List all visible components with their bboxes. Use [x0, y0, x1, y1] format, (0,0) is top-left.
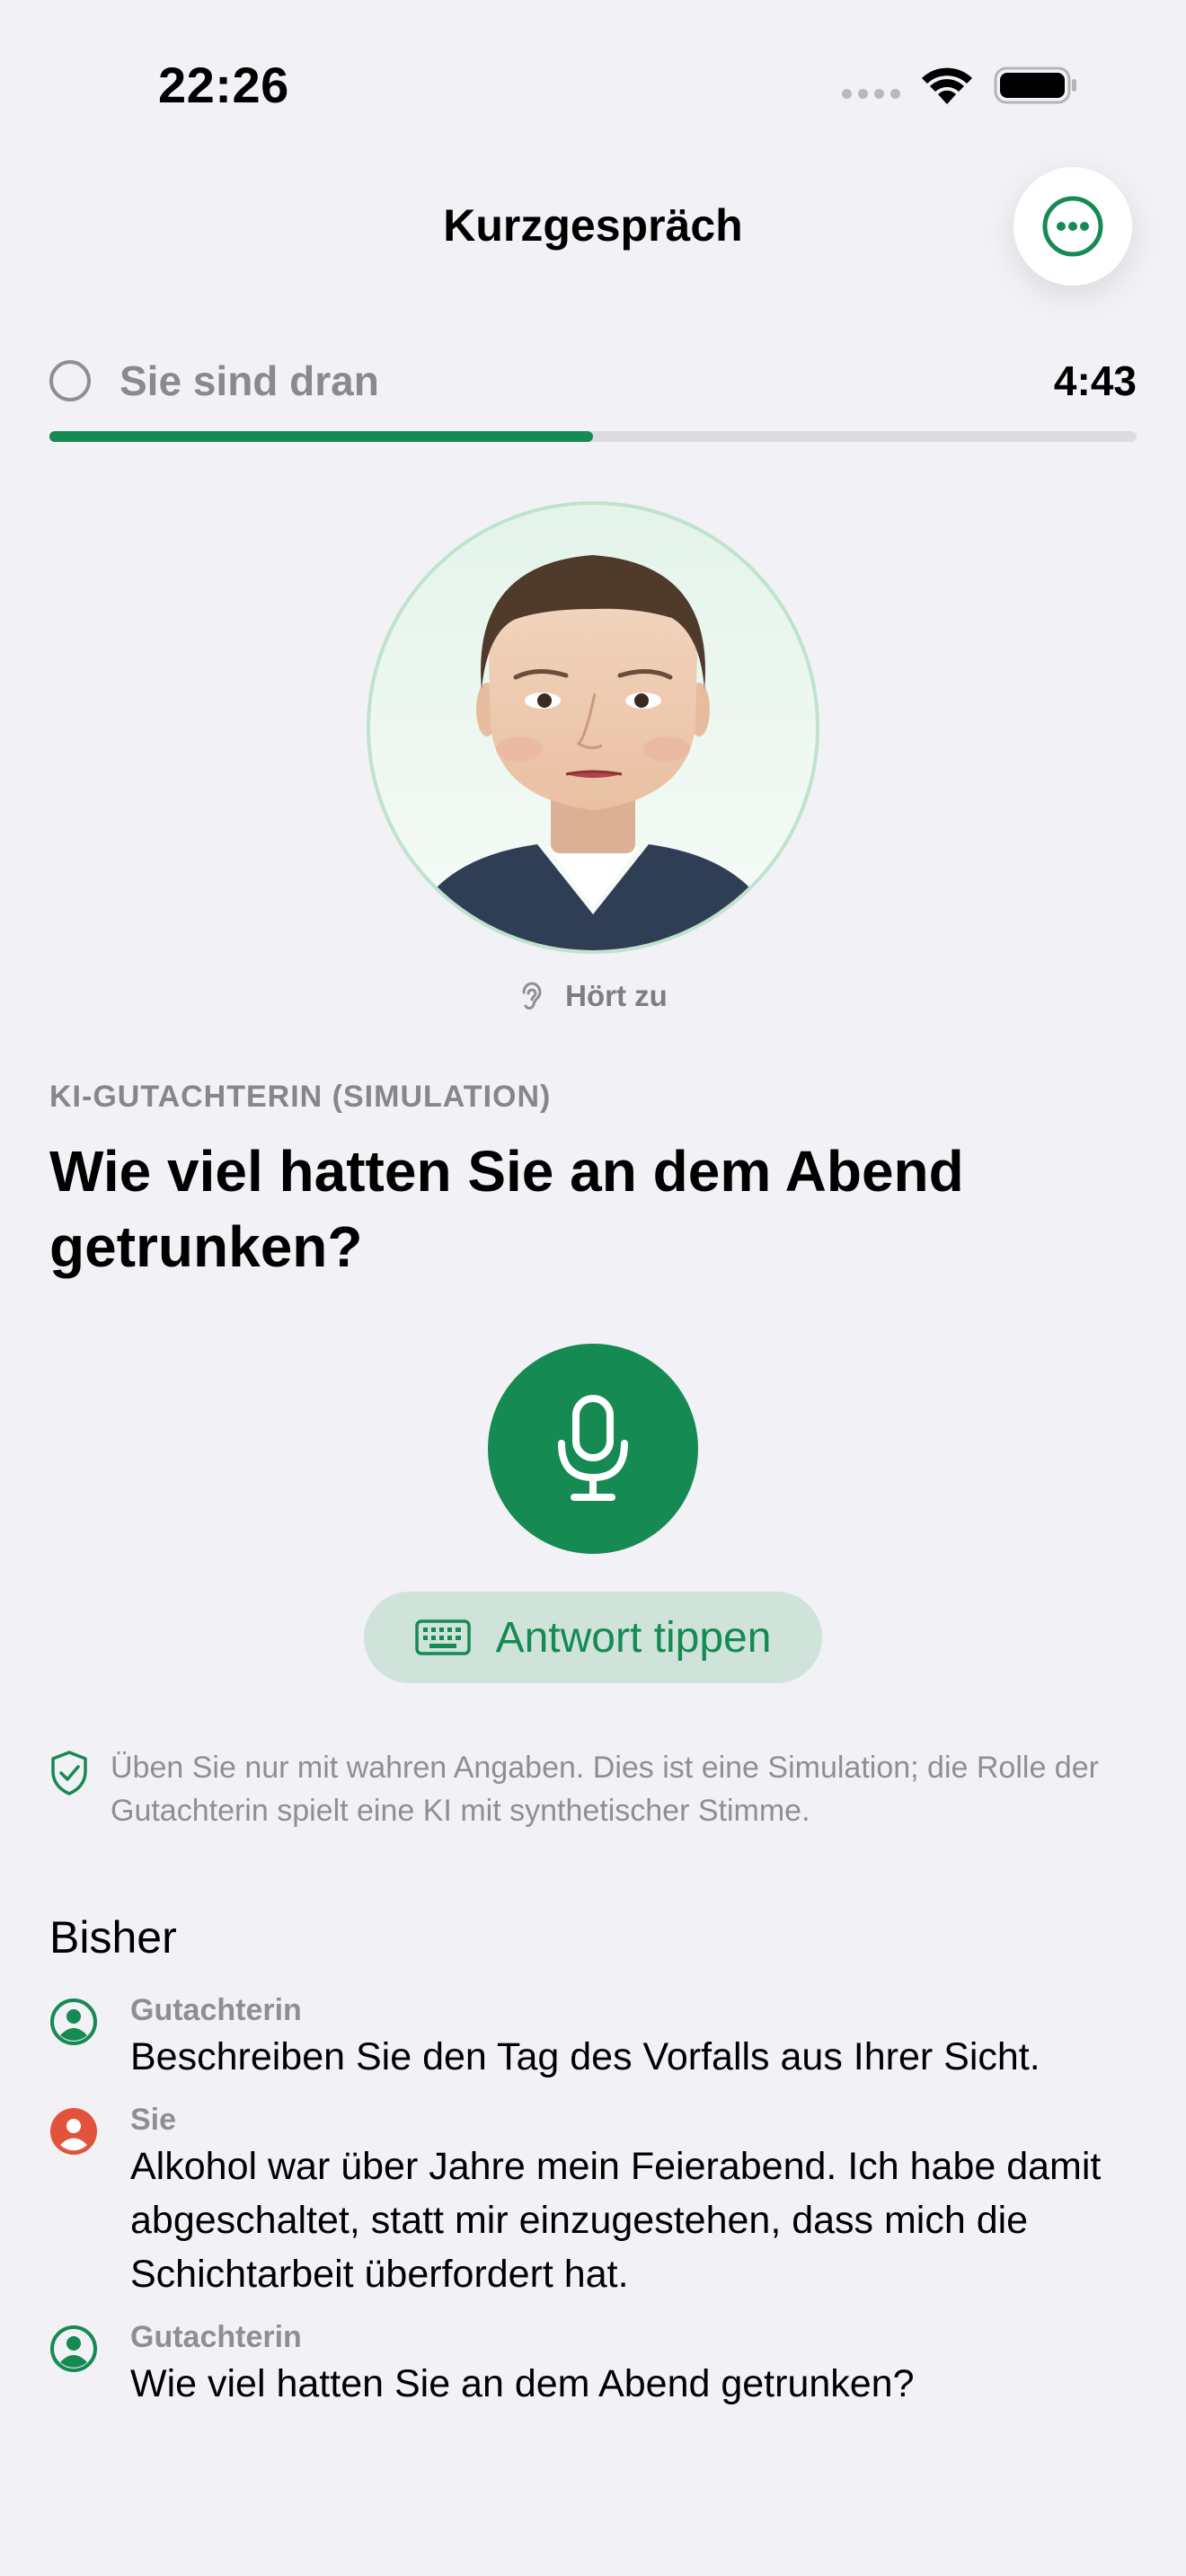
history-title: Bisher [49, 1912, 177, 1963]
examiner-person-icon [50, 1998, 97, 2045]
wifi-icon [922, 67, 972, 104]
status-icons [842, 63, 1078, 108]
status-time: 22:26 [158, 57, 289, 113]
simulation-notice: Üben Sie nur mit wahren Angaben. Dies is… [49, 1746, 1137, 1832]
countdown-timer: 4:43 [1053, 357, 1137, 404]
shield-check-icon [51, 1751, 87, 1795]
history-item: Sie Alkohol war über Jahre mein Feierabe… [49, 2100, 1155, 2301]
history-speaker: Gutachterin [130, 1993, 302, 2027]
user-person-icon [50, 2108, 97, 2155]
page-title: Kurzgespräch [443, 200, 743, 251]
microphone-icon [558, 1395, 628, 1501]
time-progress-bar [49, 431, 1137, 442]
history-list: Gutachterin Beschreiben Sie den Tag des … [49, 1990, 1155, 2427]
history-item: Gutachterin Wie viel hatten Sie an dem A… [49, 2317, 1155, 2411]
history-message: Beschreiben Sie den Tag des Vorfalls aus… [130, 2035, 1040, 2078]
turn-indicator: Sie sind dran 4:43 [49, 356, 1137, 406]
type-answer-button[interactable]: Antwort tippen [364, 1592, 822, 1683]
speaker-role-caption: KI-GUTACHTERIN (SIMULATION) [49, 1080, 552, 1114]
simulation-notice-text: Üben Sie nur mit wahren Angaben. Dies is… [111, 1751, 1099, 1828]
history-speaker: Gutachterin [130, 2320, 302, 2354]
history-message: Wie viel hatten Sie an dem Abend getrunk… [130, 2362, 915, 2405]
type-answer-label: Antwort tippen [495, 1613, 772, 1662]
ear-icon [522, 982, 542, 1010]
history-speaker: Sie [130, 2103, 177, 2137]
record-answer-button[interactable] [488, 1344, 698, 1554]
avatar-status-label: Hört zu [565, 979, 668, 1012]
history-item: Gutachterin Beschreiben Sie den Tag des … [49, 1990, 1155, 2084]
more-options-button[interactable] [1013, 167, 1132, 286]
turn-status-icon [49, 360, 91, 401]
keyboard-icon [414, 1619, 471, 1655]
history-message: Alkohol war über Jahre mein Feierabend. … [130, 2145, 1102, 2296]
battery-icon [994, 66, 1076, 104]
current-question: Wie viel hatten Sie an dem Abend getrunk… [49, 1139, 964, 1279]
turn-label: Sie sind dran [119, 357, 379, 404]
ellipsis-circle-icon [1042, 196, 1103, 257]
cellular-signal-icon [842, 88, 900, 99]
examiner-person-icon [50, 2325, 97, 2372]
avatar-status: Hört zu [0, 979, 1186, 1013]
time-progress-fill [49, 431, 593, 442]
examiner-avatar [367, 501, 819, 954]
